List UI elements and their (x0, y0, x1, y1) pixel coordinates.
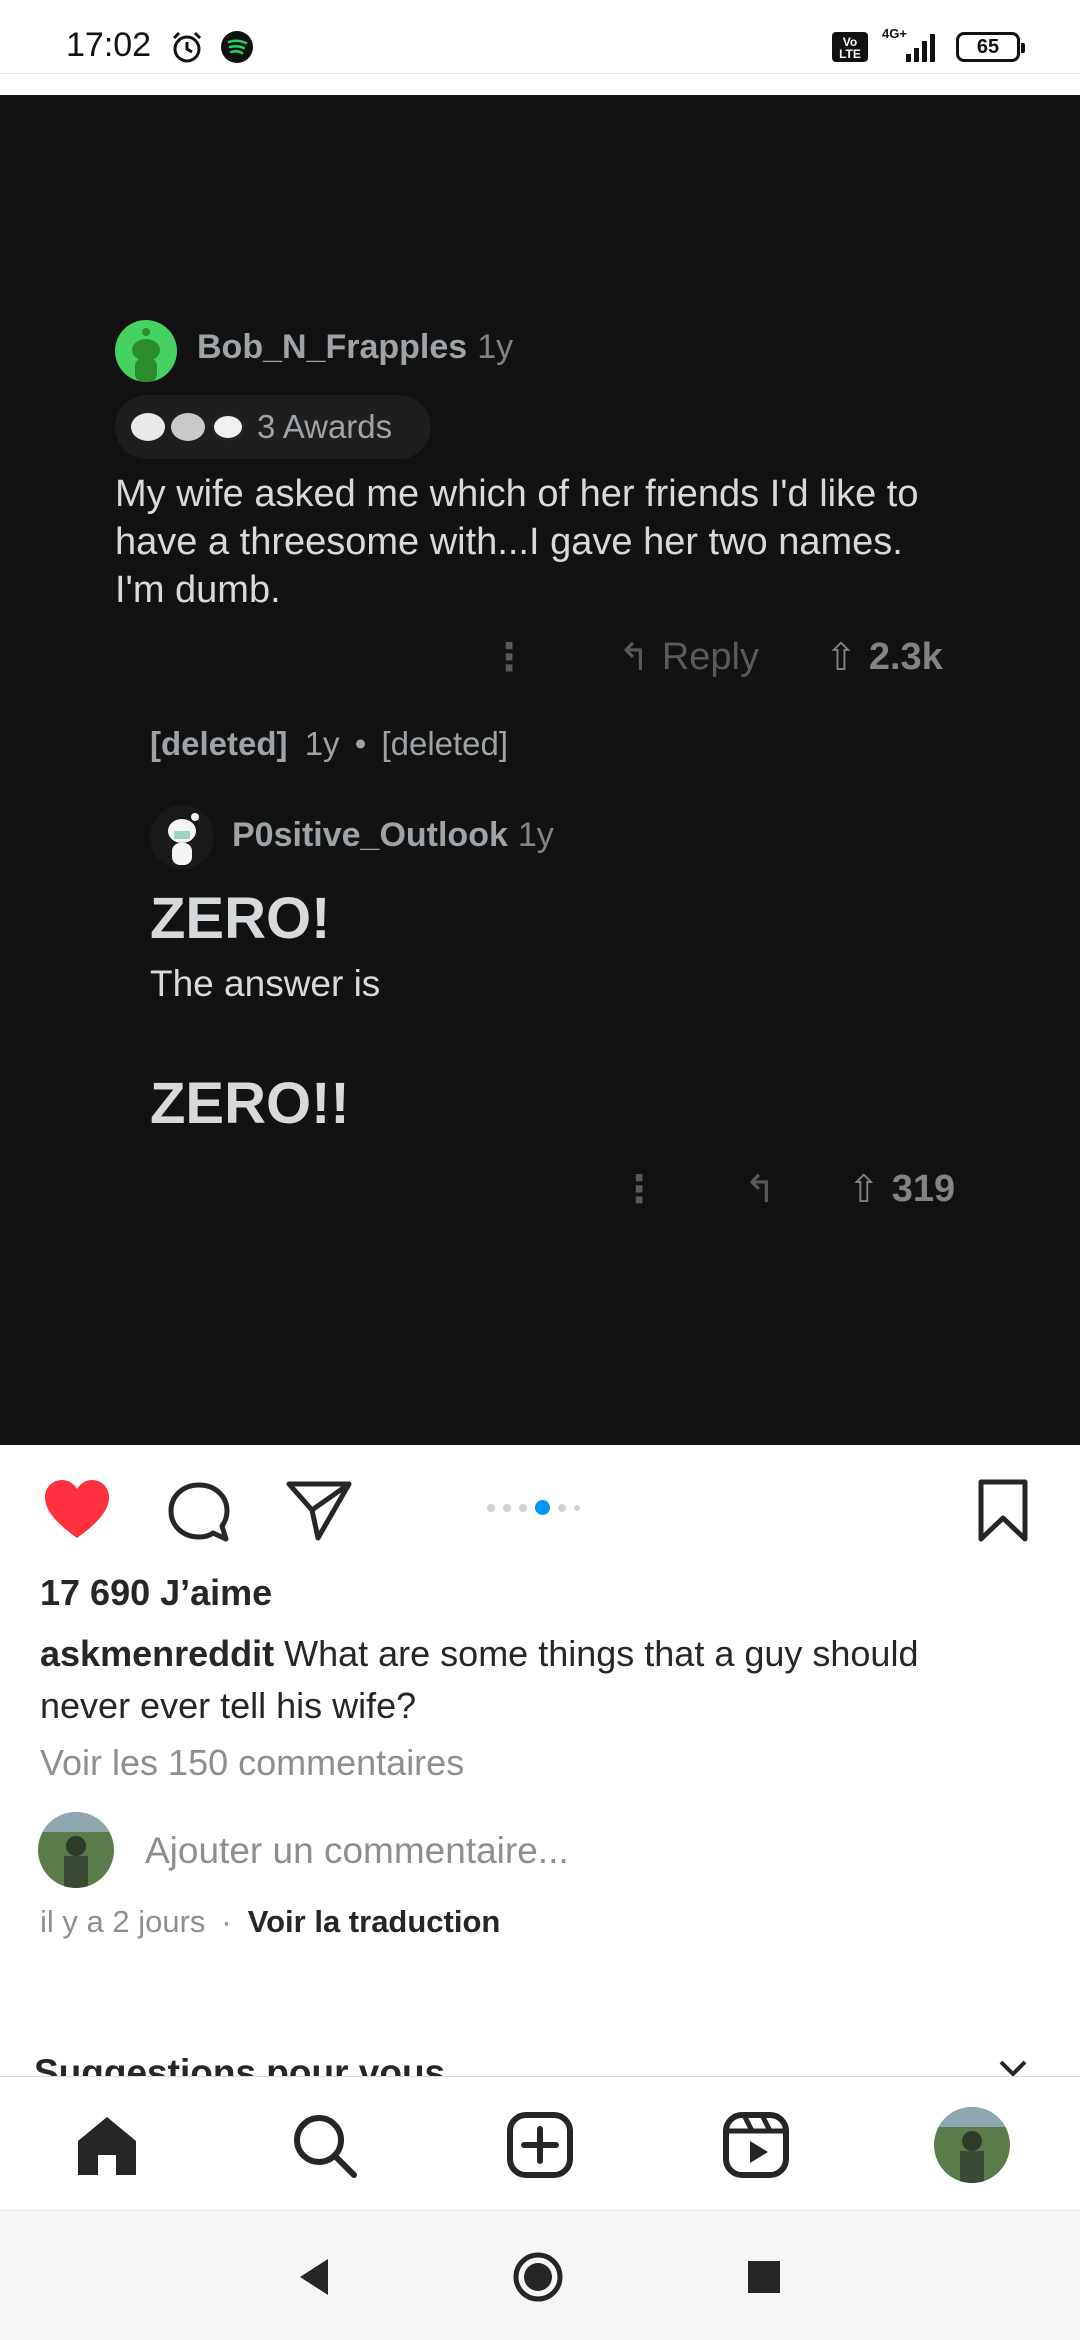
home-button-icon[interactable] (512, 2251, 564, 2303)
award-icon (171, 413, 205, 441)
translate-link[interactable]: Voir la traduction (248, 1904, 501, 1940)
add-comment-input[interactable]: Ajouter un commentaire... (145, 1830, 569, 1872)
comment-body: My wife asked me which of her friends I'… (115, 473, 919, 611)
deleted-comment: [deleted] 1y • [deleted] (150, 725, 509, 762)
battery-indicator: 65 (956, 32, 1025, 62)
award-icon (211, 413, 245, 441)
home-icon[interactable] (74, 2113, 140, 2179)
bookmark-icon[interactable] (976, 1478, 1030, 1544)
system-navigation (0, 2210, 1080, 2340)
search-icon[interactable] (290, 2111, 358, 2179)
comment-heading: ZERO! (150, 886, 331, 951)
caption-author[interactable]: askmenreddit (40, 1633, 274, 1674)
comment-actions: ⋮ ↰ ⇧ 319 (620, 1167, 955, 1212)
carousel-indicator (487, 1500, 580, 1515)
spotify-icon (221, 31, 253, 63)
more-icon[interactable]: ⋮ (620, 1167, 658, 1212)
comment-heading: ZERO!! (150, 1071, 350, 1136)
paper-plane-icon[interactable] (285, 1478, 353, 1544)
post-time: il y a 2 jours (40, 1904, 206, 1939)
comment-username[interactable]: P0sitive_Outlook 1y (232, 816, 554, 855)
post-caption: askmenreddit What are some things that a… (40, 1628, 1000, 1732)
upvote-icon[interactable]: ⇧ (825, 635, 857, 680)
heart-filled-icon[interactable] (42, 1478, 112, 1542)
meta-separator: · (221, 1904, 232, 1939)
awards-pill[interactable]: 3 Awards (115, 395, 431, 459)
post-image[interactable]: Bob_N_Frapples 1y 3 Awards My wife asked … (0, 95, 1080, 1445)
back-icon[interactable] (296, 2257, 332, 2297)
suggestions-title: Suggestions pour vous (34, 2052, 446, 2076)
post-meta: il y a 2 jours · Voir la traduction (40, 1904, 500, 1940)
reply-label[interactable]: Reply (662, 636, 759, 679)
post-action-bar (0, 1460, 1080, 1560)
bottom-navigation (0, 2076, 1080, 2210)
award-icon (131, 413, 165, 441)
comment-icon[interactable] (166, 1480, 232, 1546)
signal-icon: 4G+ (882, 26, 942, 64)
alarm-icon (172, 31, 202, 63)
snoo-avatar (115, 320, 177, 382)
reels-icon[interactable] (722, 2111, 790, 2179)
comment-username[interactable]: Bob_N_Frapples 1y (197, 328, 513, 367)
comment-score: 2.3k (868, 636, 943, 678)
profile-avatar[interactable] (934, 2107, 1010, 2183)
create-post-icon[interactable] (506, 2111, 574, 2179)
status-bar: 17:02 Vo LTE 4G+ 65 (0, 0, 1080, 74)
more-icon[interactable]: ⋮ (490, 635, 528, 680)
reply-icon[interactable]: ↰ (618, 635, 650, 680)
recents-icon[interactable] (746, 2259, 782, 2295)
user-avatar (38, 1812, 114, 1888)
likes-count[interactable]: 17 690 J’aime (40, 1572, 272, 1614)
reply-icon[interactable]: ↰ (744, 1167, 776, 1212)
volte-icon: Vo LTE (832, 32, 868, 62)
upvote-icon[interactable]: ⇧ (848, 1167, 880, 1212)
close-icon[interactable] (995, 2060, 1031, 2076)
view-comments-link[interactable]: Voir les 150 commentaires (40, 1742, 464, 1784)
comment-actions: ⋮ ↰ Reply ⇧ 2.3k (490, 635, 943, 680)
status-time: 17:02 (66, 26, 152, 64)
snoo-avatar (150, 805, 214, 869)
comment-text: The answer is (150, 963, 381, 1004)
comment-score: 319 (891, 1168, 956, 1210)
